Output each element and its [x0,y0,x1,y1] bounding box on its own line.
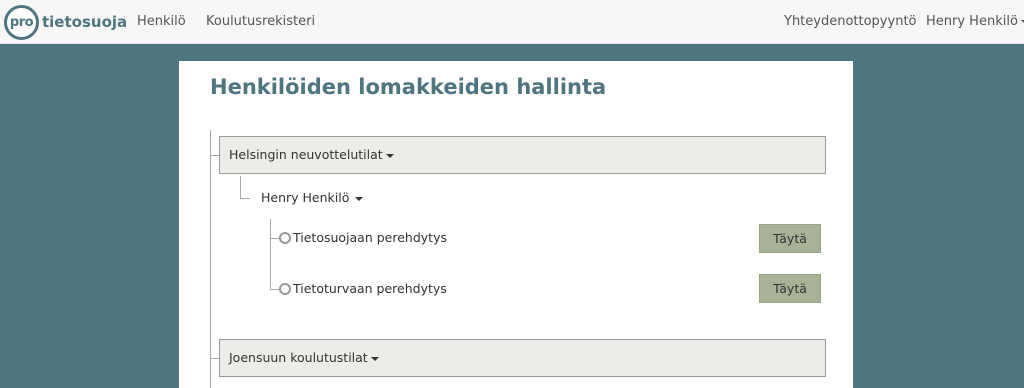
chevron-down-icon [385,153,394,158]
fill-form-button-tietosuoja[interactable]: Täytä [759,224,821,253]
tree-connector-group-1 [210,155,219,156]
tree-connector-group-2 [210,358,219,359]
form-label-tietosuoja: Tietosuojaan perehdytys [293,230,447,245]
fill-form-button-tietoturva[interactable]: Täytä [759,274,821,303]
group-label-helsinki: Helsingin neuvottelutilat [229,137,394,173]
logo-mark: pro [4,4,39,40]
user-menu[interactable]: Henry Henkilö [926,0,1024,44]
page-title: Henkilöiden lomakkeiden hallinta [210,75,607,99]
nav-link-koulutusrekisteri[interactable]: Koulutusrekisteri [206,0,315,44]
nav-link-contact-request[interactable]: Yhteydenottopyyntö [784,0,917,44]
tree-connector-person [240,198,250,199]
logo-name: tietosuoja [42,13,128,31]
user-name: Henry Henkilö [926,14,1018,29]
chevron-down-icon [370,356,379,361]
form-status-icon [279,232,291,244]
tree-connector-form-1 [270,238,279,239]
tree-line-root [210,130,211,388]
group-name: Joensuun koulutustilat [229,350,368,365]
group-name: Helsingin neuvottelutilat [229,147,383,162]
form-status-icon [279,283,291,295]
person-henry-henkilo[interactable]: Henry Henkilö [261,190,364,205]
tree-line-person [270,219,271,290]
chevron-down-icon [355,196,364,201]
main-panel: Henkilöiden lomakkeiden hallinta Helsing… [179,61,853,388]
top-navbar: pro tietosuoja Henkilö Koulutusrekisteri… [0,0,1024,44]
group-joensuu[interactable]: Joensuun koulutustilat [219,339,826,377]
group-label-joensuu: Joensuun koulutustilat [229,340,379,376]
nav-link-henkilo[interactable]: Henkilö [137,0,186,44]
form-label-tietoturva: Tietoturvaan perehdytys [293,281,447,296]
person-name: Henry Henkilö [261,190,350,205]
tree-connector-form-2 [270,289,279,290]
brand-logo[interactable]: pro tietosuoja [4,4,127,40]
tree-line-group-1 [240,176,241,198]
group-helsinki[interactable]: Helsingin neuvottelutilat [219,136,826,174]
